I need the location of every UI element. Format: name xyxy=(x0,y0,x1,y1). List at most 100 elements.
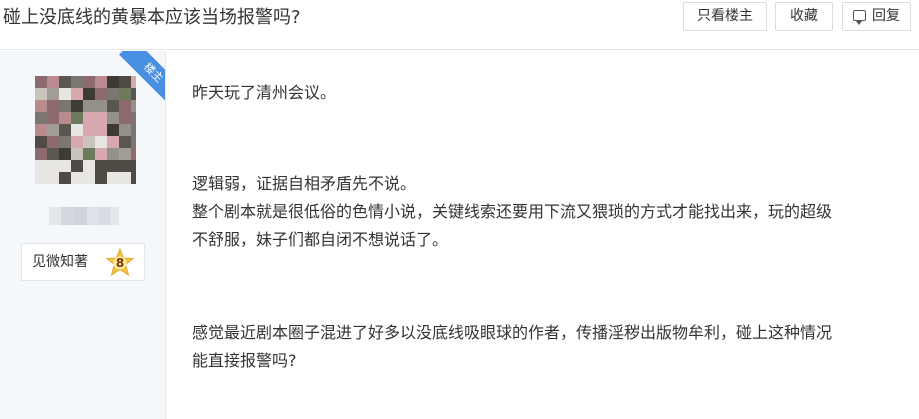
thread-header: 碰上没底线的黄暴本应该当场报警吗? 只看楼主 收藏 回复 xyxy=(0,0,919,50)
avatar-pixel xyxy=(47,76,59,88)
avatar-pixel xyxy=(131,76,136,88)
only-op-button[interactable]: 只看楼主 xyxy=(683,2,767,31)
avatar-pixel xyxy=(35,124,47,136)
avatar-pixel xyxy=(119,172,131,184)
user-rank[interactable]: 见微知著 8 xyxy=(21,243,145,281)
avatar-pixel xyxy=(107,148,119,160)
avatar-pixel xyxy=(83,88,95,100)
avatar-pixel xyxy=(119,112,131,124)
avatar-pixel xyxy=(83,136,95,148)
avatar-pixel xyxy=(71,88,83,100)
avatar-pixel xyxy=(71,136,83,148)
avatar-pixel xyxy=(47,148,59,160)
avatar-pixel xyxy=(59,148,71,160)
avatar-pixel xyxy=(119,100,131,112)
username-blurred[interactable] xyxy=(49,207,119,225)
rank-level: 8 xyxy=(115,256,125,270)
avatar-pixel xyxy=(35,148,47,160)
favorite-button[interactable]: 收藏 xyxy=(775,2,833,31)
avatar-pixel xyxy=(95,136,107,148)
reply-button[interactable]: 回复 xyxy=(842,2,911,31)
avatar-pixel xyxy=(47,124,59,136)
post-line: 感觉最近剧本圈子混进了好多以没底线吸眼球的作者，传播淫秽出版物牟利，碰上这种情况 xyxy=(192,323,833,342)
avatar-pixel xyxy=(47,88,59,100)
avatar-pixel xyxy=(131,160,136,172)
avatar-pixel xyxy=(107,76,119,88)
avatar-pixel xyxy=(131,124,136,136)
comment-icon xyxy=(853,10,866,25)
star-level-icon: 8 xyxy=(105,247,135,278)
avatar-pixel xyxy=(131,100,136,112)
avatar-pixel xyxy=(71,100,83,112)
avatar-pixel xyxy=(59,160,71,172)
avatar-pixel xyxy=(107,124,119,136)
reply-button-label: 回复 xyxy=(872,8,900,24)
avatar-pixel xyxy=(35,76,47,88)
avatar-pixel xyxy=(107,112,119,124)
avatar-pixel xyxy=(35,88,47,100)
avatar-pixel xyxy=(59,88,71,100)
avatar-pixel xyxy=(107,136,119,148)
avatar-pixel xyxy=(71,172,83,184)
avatar-pixel xyxy=(131,172,136,184)
avatar-pixel xyxy=(83,172,95,184)
avatar-pixel xyxy=(119,76,131,88)
author-sidebar: 楼主 见微知著 8 xyxy=(0,51,166,419)
post-line: 能直接报警吗? xyxy=(192,351,297,370)
avatar-pixel xyxy=(59,124,71,136)
avatar-pixel xyxy=(119,124,131,136)
avatar-pixel xyxy=(83,76,95,88)
avatar-pixel xyxy=(95,76,107,88)
avatar-pixel xyxy=(83,112,95,124)
avatar-pixel xyxy=(71,76,83,88)
avatar-pixel xyxy=(107,100,119,112)
avatar[interactable] xyxy=(35,76,136,184)
avatar-pixel xyxy=(71,148,83,160)
avatar-pixel xyxy=(59,136,71,148)
avatar-pixel xyxy=(47,136,59,148)
avatar-pixel xyxy=(71,160,83,172)
post-line: 不舒服，妹子们都自闭不想说话了。 xyxy=(192,230,449,249)
post-line: 整个剧本就是很低俗的色情小说，关键线索还要用下流又猥琐的方式才能找出来，玩的超级 xyxy=(192,202,833,221)
avatar-pixel xyxy=(71,124,83,136)
avatar-pixel xyxy=(107,160,119,172)
post-line: 逻辑弱，证据自相矛盾先不说。 xyxy=(192,174,417,193)
avatar-pixel xyxy=(59,100,71,112)
avatar-pixel xyxy=(59,172,71,184)
avatar-pixel xyxy=(95,160,107,172)
avatar-pixel xyxy=(35,172,47,184)
avatar-pixel xyxy=(95,100,107,112)
avatar-pixel xyxy=(83,124,95,136)
avatar-pixel xyxy=(95,124,107,136)
avatar-pixel xyxy=(35,100,47,112)
avatar-pixel xyxy=(95,112,107,124)
avatar-pixel xyxy=(131,136,136,148)
avatar-pixel xyxy=(35,136,47,148)
avatar-pixel xyxy=(59,76,71,88)
avatar-pixel xyxy=(83,100,95,112)
avatar-pixel xyxy=(71,112,83,124)
avatar-pixel xyxy=(59,112,71,124)
avatar-pixel xyxy=(35,160,47,172)
avatar-pixel xyxy=(131,112,136,124)
avatar-pixel xyxy=(107,88,119,100)
avatar-pixel xyxy=(95,172,107,184)
page-title: 碰上没底线的黄暴本应该当场报警吗? xyxy=(3,7,301,28)
avatar-pixel xyxy=(107,172,119,184)
avatar-pixel xyxy=(95,148,107,160)
avatar-pixel xyxy=(131,88,136,100)
avatar-pixel xyxy=(119,148,131,160)
avatar-pixel xyxy=(119,88,131,100)
post-line: 昨天玩了清州会议。 xyxy=(192,83,337,102)
avatar-pixel xyxy=(131,148,136,160)
avatar-pixel xyxy=(95,88,107,100)
rank-label: 见微知著 xyxy=(32,254,88,270)
avatar-pixel xyxy=(119,160,131,172)
avatar-pixel xyxy=(47,112,59,124)
avatar-pixel xyxy=(83,148,95,160)
avatar-pixel xyxy=(119,136,131,148)
avatar-pixel xyxy=(47,160,59,172)
avatar-pixel xyxy=(35,112,47,124)
avatar-pixel xyxy=(47,172,59,184)
avatar-pixel xyxy=(83,160,95,172)
